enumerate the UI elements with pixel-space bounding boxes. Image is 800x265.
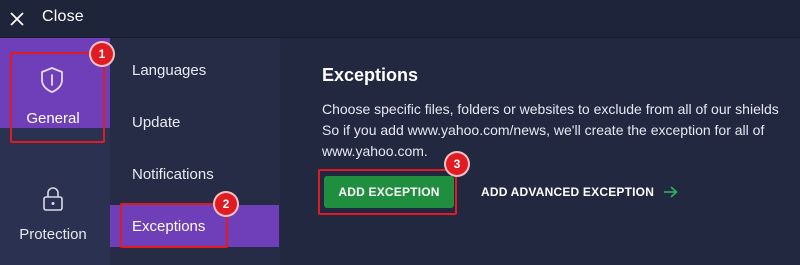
primary-nav: General Protection — [0, 38, 110, 265]
secondary-nav: Languages Update Notifications Exception… — [110, 38, 280, 265]
close-label: Close — [42, 8, 84, 25]
description-line: So if you add www.yahoo.com/news, we'll … — [322, 122, 765, 138]
close-button[interactable]: Close — [0, 0, 100, 38]
annotation-badge-3: 3 — [446, 153, 468, 175]
nav-item-general-label: General — [26, 110, 80, 127]
nav-item-protection-label: Protection — [19, 226, 87, 243]
subnav-item-languages[interactable]: Languages — [110, 49, 280, 91]
add-exception-button[interactable]: ADD EXCEPTION — [324, 176, 454, 208]
subnav-item-update[interactable]: Update — [110, 101, 280, 143]
subnav-item-notifications[interactable]: Notifications — [110, 153, 280, 195]
subnav-item-exceptions[interactable]: Exceptions — [110, 205, 279, 247]
lock-icon — [43, 187, 63, 211]
description-line: www.yahoo.com. — [322, 143, 428, 159]
exceptions-panel: Exceptions Choose specific files, folder… — [280, 38, 800, 265]
close-icon — [10, 12, 24, 26]
arrow-right-icon — [664, 186, 678, 198]
description-line: Choose specific files, folders or websit… — [322, 101, 779, 117]
add-advanced-exception-label: ADD ADVANCED EXCEPTION — [481, 185, 655, 199]
page-title: Exceptions — [322, 65, 419, 85]
annotation-badge-1: 1 — [91, 43, 113, 65]
exceptions-description: Choose specific files, folders or websit… — [322, 99, 800, 162]
nav-item-protection[interactable]: Protection — [0, 168, 110, 265]
annotation-badge-2: 2 — [215, 193, 237, 215]
add-advanced-exception-button[interactable]: ADD ADVANCED EXCEPTION — [481, 176, 678, 208]
shield-icon — [41, 67, 63, 93]
top-bar: Close — [0, 0, 800, 38]
